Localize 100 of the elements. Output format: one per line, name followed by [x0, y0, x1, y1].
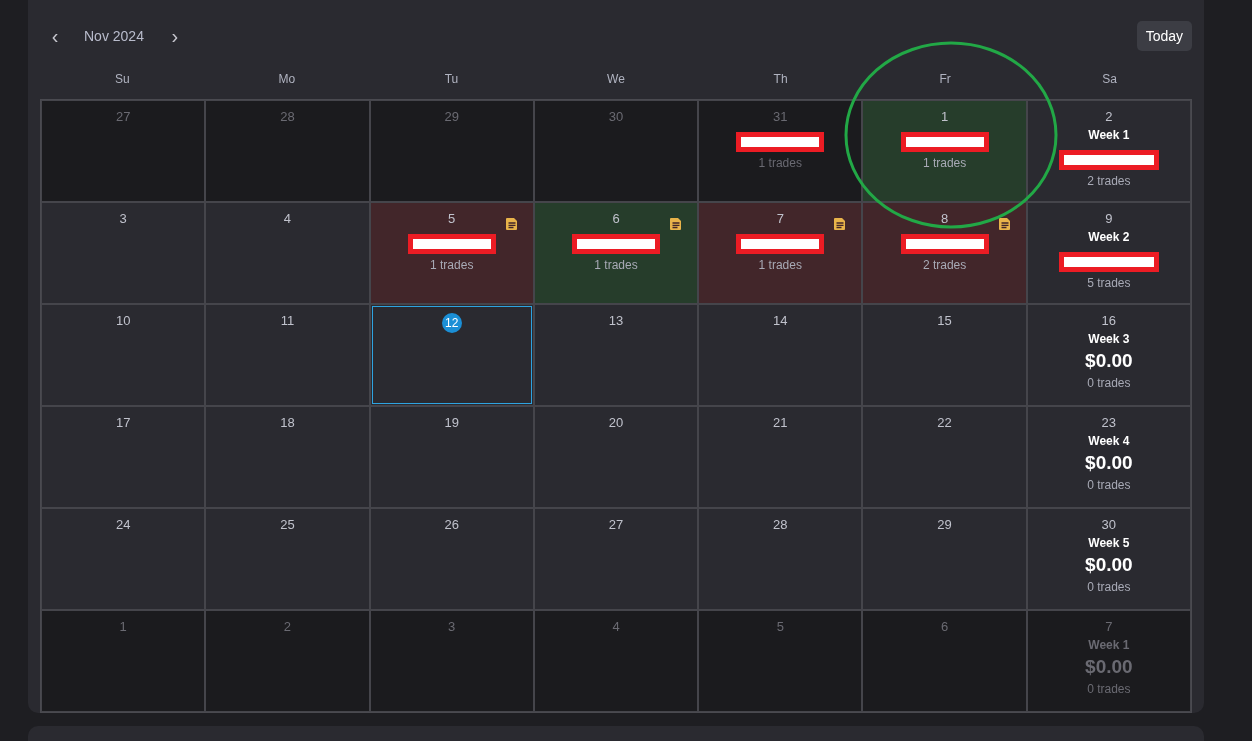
day-number: 16 [1101, 313, 1117, 328]
weekday-label: Mo [277, 72, 297, 88]
next-month-button[interactable]: › [159, 24, 190, 48]
trade-count: 2 trades [1087, 174, 1131, 188]
weekday-label: Su [113, 72, 131, 88]
day-number: 30 [1101, 517, 1117, 532]
day-number: 13 [608, 313, 624, 328]
day-number: 29 [937, 517, 952, 532]
day-number: 1 [940, 109, 949, 124]
day-number: 25 [280, 517, 295, 532]
day-cell[interactable]: 16 Week 3 $0.00 0 trades [1026, 304, 1191, 406]
day-cell[interactable]: 27 [533, 508, 699, 610]
week-amount: $0.00 [1085, 452, 1133, 474]
day-number: 27 [115, 109, 131, 124]
day-cell[interactable]: 17 [41, 406, 206, 508]
trade-count: 5 trades [1087, 276, 1131, 290]
day-number: 18 [280, 415, 295, 430]
day-number: 4 [283, 211, 292, 226]
trade-count: 1 trades [922, 156, 967, 170]
week-amount: $0.00 [1085, 350, 1133, 372]
week-label: Week 3 [1088, 332, 1130, 346]
day-cell[interactable]: 9 Week 2 5 trades [1026, 202, 1191, 304]
day-number: 26 [444, 517, 459, 532]
day-cell[interactable]: 13 [533, 304, 699, 406]
day-number: 3 [448, 619, 456, 634]
week-amount: $0.00 [1085, 554, 1133, 576]
day-cell[interactable]: 1 1 trades [862, 100, 1027, 202]
day-number: 9 [1105, 211, 1113, 226]
day-cell[interactable]: 21 [698, 406, 863, 508]
trade-count: 1 trades [594, 258, 638, 272]
day-cell[interactable]: 15 [862, 304, 1027, 406]
week-label: Week 1 [1088, 638, 1130, 652]
week-label: Week 1 [1088, 128, 1130, 142]
day-cell[interactable]: 12 [369, 304, 534, 406]
day-number: 6 [940, 619, 949, 634]
day-cell[interactable]: 19 [369, 406, 534, 508]
day-number: 28 [280, 109, 295, 124]
day-cell[interactable]: 6 1 trades [533, 202, 699, 304]
day-number: 22 [937, 415, 952, 430]
day-number: 1 [119, 619, 127, 634]
day-number: 8 [940, 211, 949, 226]
today-button[interactable]: Today [1136, 21, 1192, 51]
week-label: Week 2 [1088, 230, 1130, 244]
day-number: 11 [280, 313, 295, 328]
day-number: 3 [119, 211, 127, 226]
day-number: 7 [1105, 619, 1113, 634]
day-cell[interactable]: 5 1 trades [369, 202, 534, 304]
week-label: Week 5 [1088, 536, 1130, 550]
trade-count: 0 trades [1087, 580, 1131, 594]
day-number: 5 [448, 211, 456, 226]
day-cell[interactable]: 28 [698, 508, 863, 610]
trade-count: 2 trades [922, 258, 967, 272]
weekday-label: Th [772, 72, 789, 88]
week-label: Week 4 [1088, 434, 1130, 448]
trade-count: 0 trades [1087, 682, 1131, 696]
day-cell[interactable]: 11 [205, 304, 370, 406]
day-number: 15 [937, 313, 952, 328]
day-number: 20 [608, 415, 624, 430]
day-number: 2 [283, 619, 292, 634]
day-number: 31 [773, 109, 788, 124]
day-number: 6 [612, 211, 620, 226]
day-number: 29 [444, 109, 459, 124]
day-cell[interactable]: 14 [698, 304, 863, 406]
day-number: 27 [608, 517, 624, 532]
day-number: 2 [1105, 109, 1113, 124]
today-date: 12 [441, 313, 462, 333]
month-title: Nov 2024 [84, 28, 144, 44]
day-cell[interactable]: 10 [41, 304, 206, 406]
previous-month-button[interactable]: ‹ [40, 24, 70, 48]
day-cell[interactable]: 20 [533, 406, 699, 508]
day-cell[interactable]: 8 2 trades [862, 202, 1027, 304]
day-number: 19 [444, 415, 459, 430]
trade-count: 0 trades [1087, 478, 1131, 492]
day-number: 5 [776, 619, 784, 634]
week-amount: $0.00 [1085, 656, 1133, 678]
day-number: 23 [1101, 415, 1117, 430]
trade-count: 1 trades [758, 258, 802, 272]
day-cell[interactable]: 29 [862, 508, 1027, 610]
day-cell[interactable]: 23 Week 4 $0.00 0 trades [1026, 406, 1191, 508]
day-number: 24 [115, 517, 131, 532]
day-cell[interactable]: 18 [205, 406, 370, 508]
weekday-label: We [606, 72, 626, 88]
day-number: 21 [773, 415, 788, 430]
day-cell[interactable]: 4 [205, 202, 370, 304]
day-number: 10 [115, 313, 131, 328]
day-cell[interactable]: 22 [862, 406, 1027, 508]
day-cell[interactable]: 2 Week 1 2 trades [1026, 100, 1191, 202]
day-cell[interactable]: 30 Week 5 $0.00 0 trades [1026, 508, 1191, 610]
weekday-label: Fr [938, 72, 952, 88]
trade-count: 0 trades [1087, 376, 1131, 390]
weekday-label: Sa [1101, 72, 1119, 88]
trade-count: 1 trades [430, 258, 474, 272]
day-cell[interactable]: 26 [369, 508, 534, 610]
day-cell[interactable]: 24 [41, 508, 206, 610]
day-number: 4 [612, 619, 620, 634]
day-number: 17 [115, 415, 131, 430]
day-cell[interactable]: 25 [205, 508, 370, 610]
day-cell[interactable]: 7 1 trades [698, 202, 863, 304]
day-cell[interactable]: 3 [41, 202, 206, 304]
day-number: 28 [773, 517, 788, 532]
